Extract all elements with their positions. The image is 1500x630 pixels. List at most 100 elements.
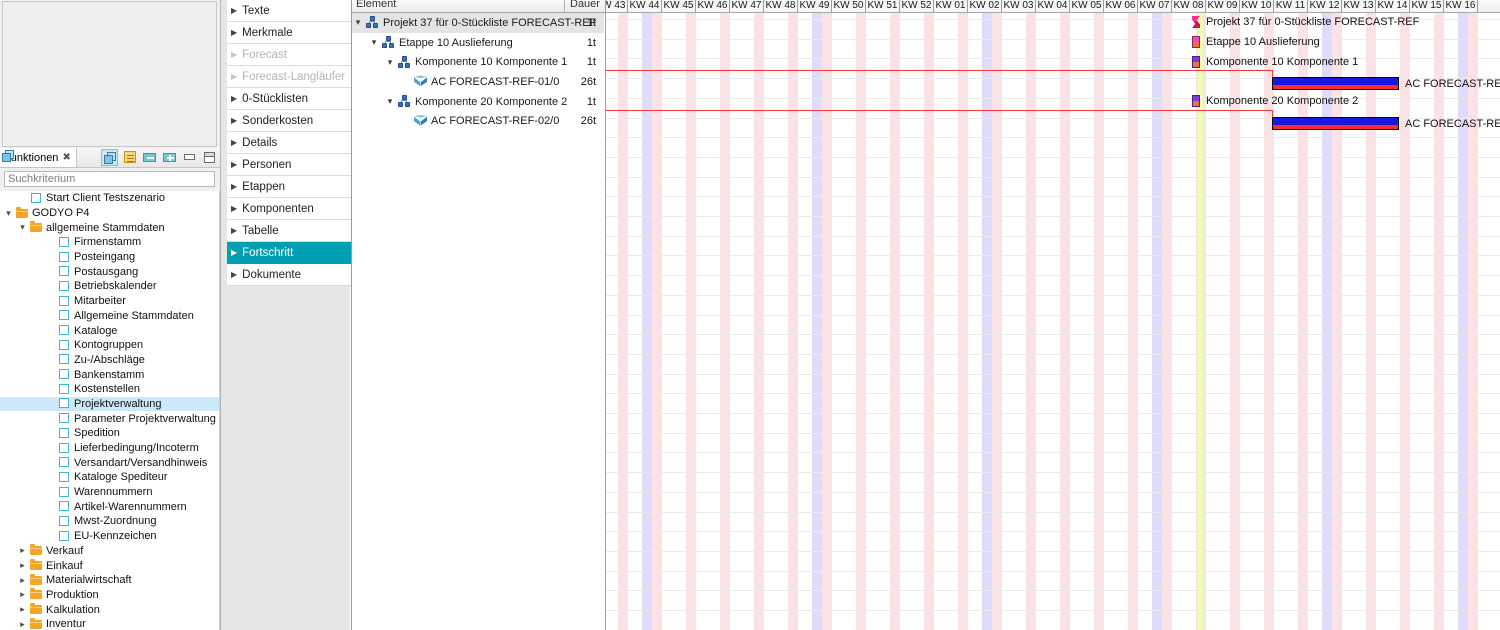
tree-item-zu-abschl-ge[interactable]: Zu-/Abschläge (0, 353, 219, 368)
tree-item-parameter-projektverwaltung[interactable]: Parameter Projektverwaltung (0, 411, 219, 426)
tree-item-bankenstamm[interactable]: Bankenstamm (0, 367, 219, 382)
tab-funktionen[interactable]: Funktionen ✖ (0, 148, 77, 167)
chevron-right-icon: ▶ (231, 269, 238, 279)
chevron-right-icon: ▶ (231, 181, 238, 191)
search-input[interactable]: Suchkriterium (4, 171, 215, 187)
gantt-row[interactable]: AC FORECAST-REF-01/0 26t (352, 72, 604, 92)
section-tab-details[interactable]: ▶ Details (227, 132, 351, 154)
tree-item-versandart-versandhinweis[interactable]: Versandart/Versandhinweis (0, 455, 219, 470)
tree-item-firmenstamm[interactable]: Firmenstamm (0, 235, 219, 250)
tree-item-einkauf[interactable]: ▸ Einkauf (0, 558, 219, 573)
gantt-row[interactable]: ▾ Projekt 37 für 0-Stückliste FORECAST-RE… (352, 13, 604, 33)
section-tab-sonderkosten[interactable]: ▶ Sonderkosten (227, 110, 351, 132)
minimize-button[interactable] (181, 149, 198, 166)
section-tab-personen[interactable]: ▶ Personen (227, 154, 351, 176)
minus-icon (143, 153, 156, 162)
tree-item-warennummern[interactable]: Warennummern (0, 485, 219, 500)
timeline-body[interactable]: Projekt 37 für 0-Stückliste FORECAST-REF… (606, 13, 1500, 630)
note-icon (124, 151, 136, 163)
chevron-right-icon: ▶ (231, 27, 238, 37)
empty-editor-view (2, 1, 217, 147)
gantt-summary-marker[interactable]: Komponente 10 Komponente 1 (1192, 55, 1358, 69)
chevron-right-icon[interactable]: ▸ (16, 561, 29, 570)
section-tab-label: Komponenten (242, 202, 314, 215)
tree-item-kataloge-spediteur[interactable]: Kataloge Spediteur (0, 470, 219, 485)
tree-item-eu-kennzeichen[interactable]: EU-Kennzeichen (0, 529, 219, 544)
tree-item-godyo-p4[interactable]: ▾ GODYO P4 (0, 206, 219, 221)
gantt-row[interactable]: ▾ Etappe 10 Auslieferung 1t (352, 33, 604, 53)
close-icon[interactable]: ✖ (62, 152, 70, 163)
chevron-down-icon[interactable]: ▾ (16, 223, 29, 232)
column-header-element: Element (356, 0, 397, 10)
chevron-down-icon[interactable]: ▾ (2, 208, 15, 218)
gantt-row-label: Projekt 37 für 0-Stückliste FORECAST-REF (383, 16, 597, 29)
chevron-right-icon[interactable]: ▸ (16, 546, 29, 555)
chevron-down-icon[interactable]: ▾ (384, 57, 396, 68)
chevron-right-icon[interactable]: ▸ (16, 619, 29, 629)
section-tab-tabelle[interactable]: ▶ Tabelle (227, 220, 351, 242)
week-header-cell: KW 02 (968, 0, 1002, 12)
gantt-row[interactable]: ▾ Komponente 10 Komponente 1 1t (352, 52, 604, 72)
section-tab-texte[interactable]: ▶ Texte (227, 0, 351, 22)
tree-item-inventur[interactable]: ▸ Inventur (0, 617, 219, 630)
tree-item-label: Einkauf (46, 559, 83, 572)
gantt-summary-marker[interactable]: Etappe 10 Auslieferung (1192, 35, 1320, 49)
section-tab-dokumente[interactable]: ▶ Dokumente (227, 264, 351, 286)
tree-item-postausgang[interactable]: Postausgang (0, 264, 219, 279)
week-header-cell: KW 05 (1070, 0, 1104, 12)
tree-item-kontogruppen[interactable]: Kontogruppen (0, 338, 219, 353)
row-gridline (606, 275, 1500, 277)
tree-item-mitarbeiter[interactable]: Mitarbeiter (0, 294, 219, 309)
tree-item-verkauf[interactable]: ▸ Verkauf (0, 544, 219, 559)
expand-all-button[interactable] (161, 149, 178, 166)
week-header-cell: KW 48 (764, 0, 798, 12)
tree-item-spedition[interactable]: Spedition (0, 426, 219, 441)
gantt-row-duration: 26t (580, 75, 596, 88)
row-gridline (606, 255, 1500, 257)
section-tab-forecast-langl-ufer: ▶ Forecast-Langläufer (227, 66, 351, 88)
gantt-row[interactable]: ▾ Komponente 20 Komponente 2 1t (352, 92, 604, 112)
tree-item-artikel-warennummern[interactable]: Artikel-Warennummern (0, 499, 219, 514)
tree-item-start-client-testszenario[interactable]: Start Client Testszenario (0, 191, 219, 206)
maximize-button[interactable] (201, 149, 218, 166)
tree-item-kalkulation[interactable]: ▸ Kalkulation (0, 602, 219, 617)
tree-item-kataloge[interactable]: Kataloge (0, 323, 219, 338)
tree-item-materialwirtschaft[interactable]: ▸ Materialwirtschaft (0, 573, 219, 588)
tree-item-allgemeine-stammdaten[interactable]: ▾ allgemeine Stammdaten (0, 220, 219, 235)
tree-item-betriebskalender[interactable]: Betriebskalender (0, 279, 219, 294)
document-icon (57, 457, 71, 468)
chevron-right-icon[interactable]: ▸ (16, 590, 29, 599)
tree-item-label: Start Client Testszenario (46, 192, 166, 205)
collapse-all-button[interactable] (141, 149, 158, 166)
tree-item-kostenstellen[interactable]: Kostenstellen (0, 382, 219, 397)
chevron-right-icon[interactable]: ▸ (16, 605, 29, 614)
weekend-stripe (686, 13, 696, 630)
tree-item-posteingang[interactable]: Posteingang (0, 250, 219, 265)
functions-tree[interactable]: Start Client Testszenario ▾ GODYO P4 ▾ allge… (0, 191, 220, 630)
stack-icon-button[interactable] (101, 149, 118, 166)
document-icon (57, 413, 71, 424)
gantt-summary-marker[interactable]: Projekt 37 für 0-Stückliste FORECAST-REF (1192, 15, 1419, 29)
chevron-down-icon[interactable]: ▾ (368, 37, 380, 48)
gantt-row[interactable]: AC FORECAST-REF-02/0 26t (352, 111, 604, 131)
tree-item-produktion[interactable]: ▸ Produktion (0, 588, 219, 603)
tree-item-lieferbedingung-incoterm[interactable]: Lieferbedingung/Incoterm (0, 441, 219, 456)
chevron-down-icon[interactable]: ▾ (352, 17, 364, 28)
chevron-right-icon[interactable]: ▸ (16, 575, 29, 585)
section-tab-merkmale[interactable]: ▶ Merkmale (227, 22, 351, 44)
gantt-bar[interactable] (1272, 117, 1399, 130)
gantt-bar[interactable] (1272, 77, 1399, 90)
tree-item-projektverwaltung[interactable]: Projektverwaltung (0, 396, 219, 412)
tree-item-allgemeine-stammdaten[interactable]: Allgemeine Stammdaten (0, 309, 219, 324)
section-tab-fortschritt[interactable]: ▶ Fortschritt (227, 242, 358, 264)
komponente-marker-icon (1192, 56, 1200, 68)
gantt-summary-marker[interactable]: Komponente 20 Komponente 2 (1192, 94, 1358, 108)
chevron-down-icon[interactable]: ▾ (384, 96, 396, 107)
section-tab-0-st-cklisten[interactable]: ▶ 0-Stücklisten (227, 88, 351, 110)
note-icon-button[interactable] (121, 149, 138, 166)
document-icon (57, 325, 71, 336)
gantt-tree-rows[interactable]: ▾ Projekt 37 für 0-Stückliste FORECAST-RE… (352, 13, 604, 131)
section-tab-komponenten[interactable]: ▶ Komponenten (227, 198, 351, 220)
tree-item-mwst-zuordnung[interactable]: Mwst-Zuordnung (0, 514, 219, 529)
section-tab-etappen[interactable]: ▶ Etappen (227, 176, 351, 198)
